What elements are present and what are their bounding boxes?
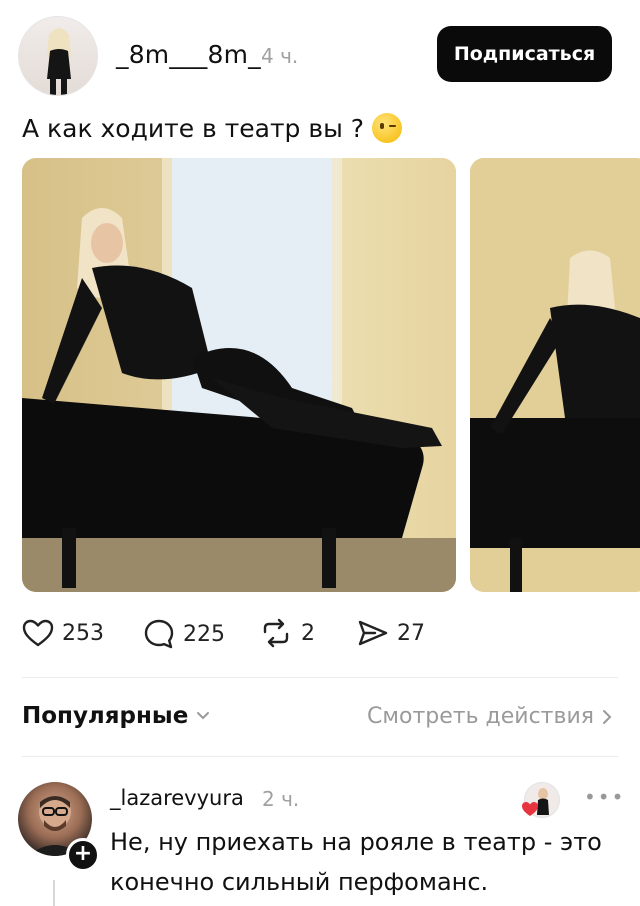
comment-count: 225 [183,621,225,647]
post-image-1-illustration [22,158,456,592]
view-actions-link[interactable]: Смотреть действия [367,704,612,729]
commenter-username[interactable]: _lazarevyura [110,786,244,810]
post-time: 4 ч. [261,44,299,68]
share-action[interactable]: 27 [357,618,425,648]
post-image-1[interactable] [22,158,456,592]
heart-icon [22,619,54,647]
post-image-2-illustration [470,158,640,592]
comment-time: 2 ч. [262,787,300,811]
comment-text: Не, ну приехать на рояле в театр - это к… [110,828,602,896]
comment-bubble-icon [144,619,174,649]
author-avatar[interactable] [18,16,98,96]
repost-icon [263,618,289,648]
like-count: 253 [62,620,104,646]
follow-plus-icon[interactable]: + [66,838,100,872]
divider-top [22,677,618,678]
view-actions-label: Смотреть действия [367,704,594,729]
thread-line [53,880,55,906]
author-avatar-image [47,28,71,95]
sort-dropdown[interactable]: Популярные [22,703,210,729]
repost-action[interactable]: 2 [259,618,315,648]
more-options-icon[interactable]: ••• [584,785,625,809]
author-username[interactable]: _8m___8m_ [116,40,261,69]
chevron-right-icon [603,709,612,724]
post-image-2[interactable] [470,158,640,592]
chevron-down-icon [197,712,210,720]
share-count: 27 [397,620,425,646]
liked-heart-icon [522,802,538,816]
winking-face-emoji-icon [372,113,403,143]
follow-button[interactable]: Подписаться [437,26,612,82]
comment-action[interactable]: 225 [143,618,225,650]
like-action[interactable]: 253 [22,618,104,648]
sort-label: Популярные [22,703,189,729]
repost-count: 2 [301,620,315,646]
send-icon [358,620,388,646]
post-text: А как ходите в театр вы ? [22,113,365,143]
divider-bottom [22,756,618,757]
post-text-row: А как ходите в театр вы ? [22,113,403,143]
